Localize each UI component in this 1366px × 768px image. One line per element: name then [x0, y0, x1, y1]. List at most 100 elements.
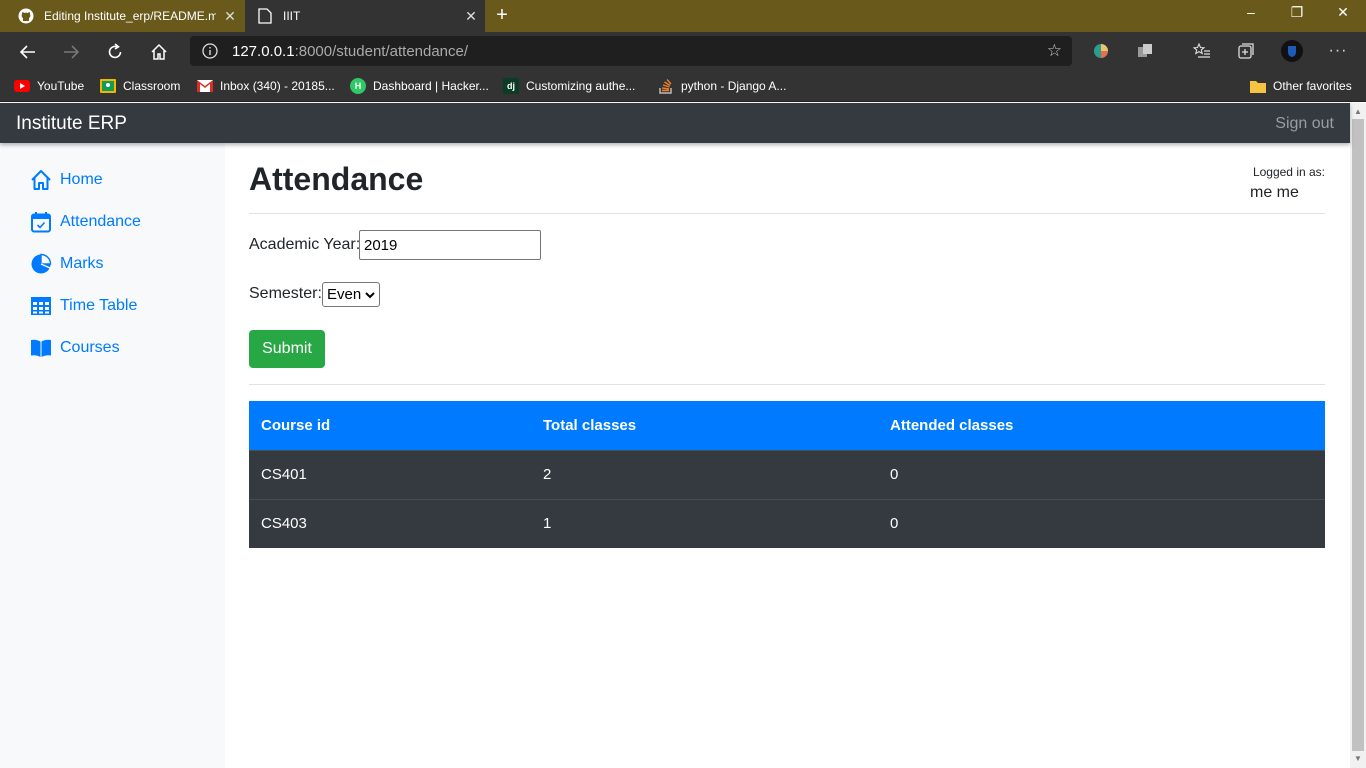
- table-header-row: Course id Total classes Attended classes: [249, 401, 1325, 450]
- home-button[interactable]: [145, 38, 173, 66]
- pie-chart-icon: [30, 253, 52, 275]
- header-total-classes: Total classes: [531, 401, 878, 450]
- classroom-icon: [100, 78, 116, 94]
- academic-year-label: Academic Year:: [249, 236, 361, 253]
- profile-avatar-icon[interactable]: [1281, 40, 1303, 62]
- tab-iiit[interactable]: IIIT ✕: [245, 0, 485, 32]
- book-icon: [30, 337, 52, 359]
- url-text: 127.0.0.1:8000/student/attendance/: [232, 43, 468, 60]
- close-tab-icon[interactable]: ✕: [216, 8, 244, 25]
- github-icon: [18, 8, 34, 24]
- new-tab-button[interactable]: +: [490, 4, 514, 28]
- logged-in-label: Logged in as:: [1252, 165, 1325, 179]
- cell-attended-classes: 0: [878, 498, 1325, 548]
- semester-select[interactable]: Even: [322, 282, 380, 307]
- home-icon: [151, 43, 167, 60]
- bookmark-django[interactable]: dj Customizing authe...: [503, 76, 635, 96]
- bookmark-inbox[interactable]: Inbox (340) - 20185...: [197, 76, 335, 96]
- youtube-icon: [14, 78, 30, 94]
- sidebar-item-marks[interactable]: Marks: [30, 252, 104, 276]
- cell-attended-classes: 0: [878, 449, 1325, 499]
- sidebar-item-home[interactable]: Home: [30, 168, 103, 192]
- bookmark-stackoverflow[interactable]: python - Django A...: [658, 76, 786, 96]
- page-scrollbar[interactable]: ▲ ▼: [1350, 103, 1366, 768]
- tab-title: Editing Institute_erp/README.md: [44, 9, 216, 23]
- close-window-button[interactable]: ✕: [1320, 0, 1366, 32]
- sidebar-item-courses[interactable]: Courses: [30, 336, 120, 360]
- favorite-star-icon[interactable]: ☆: [1047, 41, 1062, 61]
- refresh-icon: [108, 43, 122, 59]
- minimize-button[interactable]: –: [1228, 0, 1274, 32]
- bookmark-label: Inbox (340) - 20185...: [220, 79, 335, 93]
- forward-button[interactable]: [57, 38, 85, 66]
- scroll-up-icon[interactable]: ▲: [1350, 105, 1366, 119]
- collections-icon[interactable]: [1235, 40, 1257, 62]
- other-favorites-label: Other favorites: [1273, 79, 1352, 93]
- bookmark-youtube[interactable]: YouTube: [14, 76, 84, 96]
- sidebar-item-attendance[interactable]: Attendance: [30, 210, 141, 234]
- back-button[interactable]: [14, 38, 42, 66]
- home-icon: [30, 169, 52, 191]
- bookmark-label: Classroom: [123, 79, 181, 93]
- semester-selected-value: Even: [327, 286, 362, 303]
- more-options-icon[interactable]: ···: [1327, 40, 1349, 62]
- sidebar-item-label: Attendance: [60, 213, 141, 230]
- sign-out-link[interactable]: Sign out: [1275, 115, 1334, 133]
- cell-total-classes: 1: [531, 498, 878, 548]
- tab-readme[interactable]: Editing Institute_erp/README.md ✕: [0, 0, 244, 32]
- hackerrank-icon: H: [350, 78, 366, 94]
- header-attended-classes: Attended classes: [878, 401, 1325, 450]
- academic-year-input[interactable]: [359, 230, 541, 260]
- gmail-icon: [197, 78, 213, 94]
- close-tab-icon[interactable]: ✕: [457, 8, 485, 25]
- header-course-id: Course id: [249, 401, 531, 450]
- folder-icon: [1250, 78, 1266, 94]
- attendance-table: Course id Total classes Attended classes…: [249, 401, 1325, 548]
- restore-button[interactable]: ❐: [1274, 0, 1320, 32]
- browser-navbar: 127.0.0.1:8000/student/attendance/ ☆ ···: [0, 32, 1366, 70]
- sidebar: Home Attendance Marks Time Table Courses: [0, 143, 225, 768]
- stackoverflow-icon: [658, 78, 674, 94]
- url-host: 127.0.0.1: [232, 43, 295, 60]
- browser-titlebar: Editing Institute_erp/README.md ✕ IIIT ✕…: [0, 0, 1366, 32]
- app-navbar: Institute ERP Sign out: [0, 103, 1350, 143]
- tab-title: IIIT: [283, 9, 301, 23]
- main-content: Attendance Logged in as: me me Academic …: [249, 143, 1325, 768]
- forward-arrow-icon: [64, 45, 80, 59]
- cell-course-id: CS403: [249, 498, 531, 548]
- bookmark-label: Dashboard | Hacker...: [373, 79, 489, 93]
- address-bar[interactable]: 127.0.0.1:8000/student/attendance/ ☆: [190, 36, 1072, 66]
- favorites-list-icon[interactable]: [1191, 40, 1213, 62]
- scroll-down-icon[interactable]: ▼: [1350, 752, 1366, 766]
- bookmark-classroom[interactable]: Classroom: [100, 76, 180, 96]
- url-path: :8000/student/attendance/: [294, 43, 469, 60]
- scrollbar-thumb[interactable]: [1352, 119, 1364, 751]
- sidebar-item-label: Courses: [60, 339, 120, 356]
- table-row: CS401 2 0: [249, 449, 1325, 499]
- submit-button[interactable]: Submit: [249, 330, 325, 368]
- divider: [249, 213, 1325, 214]
- cell-total-classes: 2: [531, 449, 878, 499]
- sidebar-item-timetable[interactable]: Time Table: [30, 294, 137, 318]
- cell-course-id: CS401: [249, 449, 531, 499]
- django-icon: dj: [503, 78, 519, 94]
- extension-copy-icon[interactable]: [1134, 40, 1156, 62]
- calendar-icon: [30, 211, 52, 233]
- back-arrow-icon: [19, 45, 35, 59]
- extension-colorful-icon[interactable]: [1090, 40, 1112, 62]
- sidebar-item-label: Marks: [60, 255, 104, 272]
- bookmark-label: Customizing authe...: [526, 79, 636, 93]
- chevron-down-icon: [365, 291, 375, 298]
- site-info-icon[interactable]: [202, 43, 218, 59]
- bookmark-label: python - Django A...: [681, 79, 787, 93]
- refresh-button[interactable]: [101, 38, 129, 66]
- divider: [249, 384, 1325, 385]
- logged-in-user: me me: [1250, 184, 1299, 201]
- bookmark-hackerrank[interactable]: H Dashboard | Hacker...: [350, 76, 489, 96]
- other-favorites[interactable]: Other favorites: [1250, 76, 1352, 96]
- bookmark-label: YouTube: [37, 79, 85, 93]
- brand-title[interactable]: Institute ERP: [16, 113, 127, 135]
- semester-label: Semester:: [249, 285, 322, 302]
- sidebar-item-label: Home: [60, 171, 103, 188]
- bookmarks-bar: YouTube Classroom Inbox (340) - 20185...…: [0, 70, 1366, 102]
